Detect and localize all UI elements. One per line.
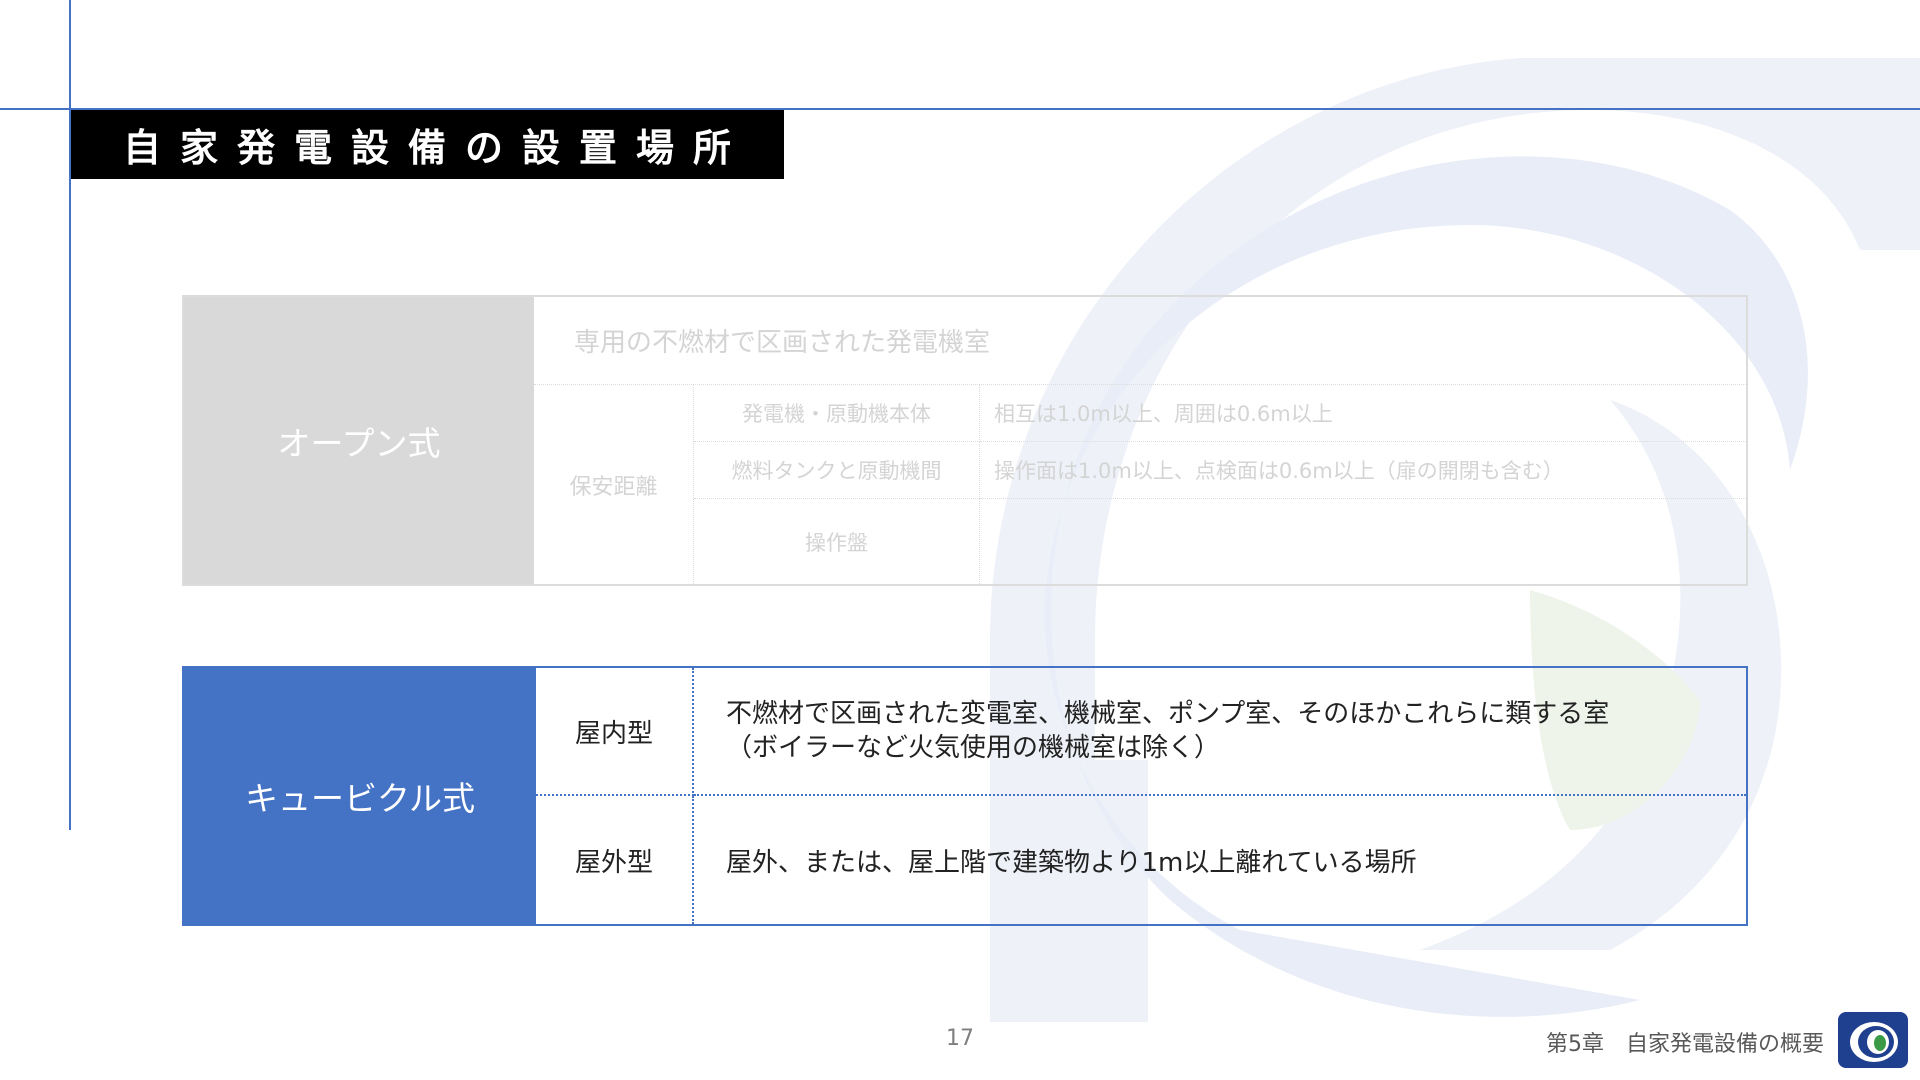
cubicle-outdoor-label: 屋外型: [536, 796, 694, 924]
cubicle-outdoor-desc: 屋外、または、屋上階で建築物より1m以上離れている場所: [694, 796, 1746, 924]
clearance-item-0: 発電機・原動機本体: [694, 385, 980, 442]
open-type-room-text: 専用の不燃材で区画された発電機室: [574, 328, 991, 358]
cubicle-indoor-label-text: 屋内型: [574, 718, 653, 749]
company-logo-icon: [1838, 1012, 1908, 1068]
clearance-value-2: [980, 499, 1746, 584]
clearance-value-1: 操作面は1.0m以上、点検面は0.6m以上（扉の開閉も含む）: [980, 442, 1746, 499]
page-number: 17: [946, 1026, 974, 1051]
open-type-category: オープン式: [184, 297, 534, 584]
clearance-item-1-text: 燃料タンクと原動機間: [731, 459, 942, 483]
clearance-value-0-text: 相互は1.0m以上、周囲は0.6m以上: [994, 402, 1333, 426]
cubicle-type-category: キュービクル式: [184, 668, 536, 924]
clearance-value-1-text: 操作面は1.0m以上、点検面は0.6m以上（扉の開閉も含む）: [994, 459, 1564, 483]
cubicle-outdoor-label-text: 屋外型: [574, 847, 653, 878]
page-title: 自家発電設備の設置場所: [123, 126, 751, 170]
cubicle-outdoor-desc-line1: 屋外、または、屋上階で建築物より1m以上離れている場所: [726, 847, 1417, 878]
title-bar: 自家発電設備の設置場所: [71, 110, 784, 179]
clearance-label: 保安距離: [534, 385, 694, 584]
cubicle-indoor-desc-line1: 不燃材で区画された変電室、機械室、ポンプ室、そのほかこれらに類する室: [726, 699, 1610, 729]
cubicle-type-table: キュービクル式 屋内型 不燃材で区画された変電室、機械室、ポンプ室、そのほかこれ…: [182, 666, 1748, 926]
open-type-room: 専用の不燃材で区画された発電機室: [534, 297, 1746, 385]
open-type-table: オープン式 専用の不燃材で区画された発電機室 保安距離 発電機・原動機本体 相互…: [182, 295, 1748, 586]
clearance-value-0: 相互は1.0m以上、周囲は0.6m以上: [980, 385, 1746, 442]
chapter-footer: 第5章 自家発電設備の概要: [1546, 1032, 1824, 1057]
cubicle-indoor-label: 屋内型: [536, 668, 694, 796]
cubicle-indoor-desc: 不燃材で区画された変電室、機械室、ポンプ室、そのほかこれらに類する室 （ボイラー…: [694, 668, 1746, 796]
cubicle-indoor-desc-line2: （ボイラーなど火気使用の機械室は除く）: [726, 733, 1221, 763]
clearance-item-2: 操作盤: [694, 499, 980, 584]
clearance-label-text: 保安距離: [569, 474, 658, 500]
clearance-item-2-text: 操作盤: [805, 530, 868, 555]
clearance-item-0-text: 発電機・原動機本体: [742, 402, 931, 426]
clearance-item-1: 燃料タンクと原動機間: [694, 442, 980, 499]
